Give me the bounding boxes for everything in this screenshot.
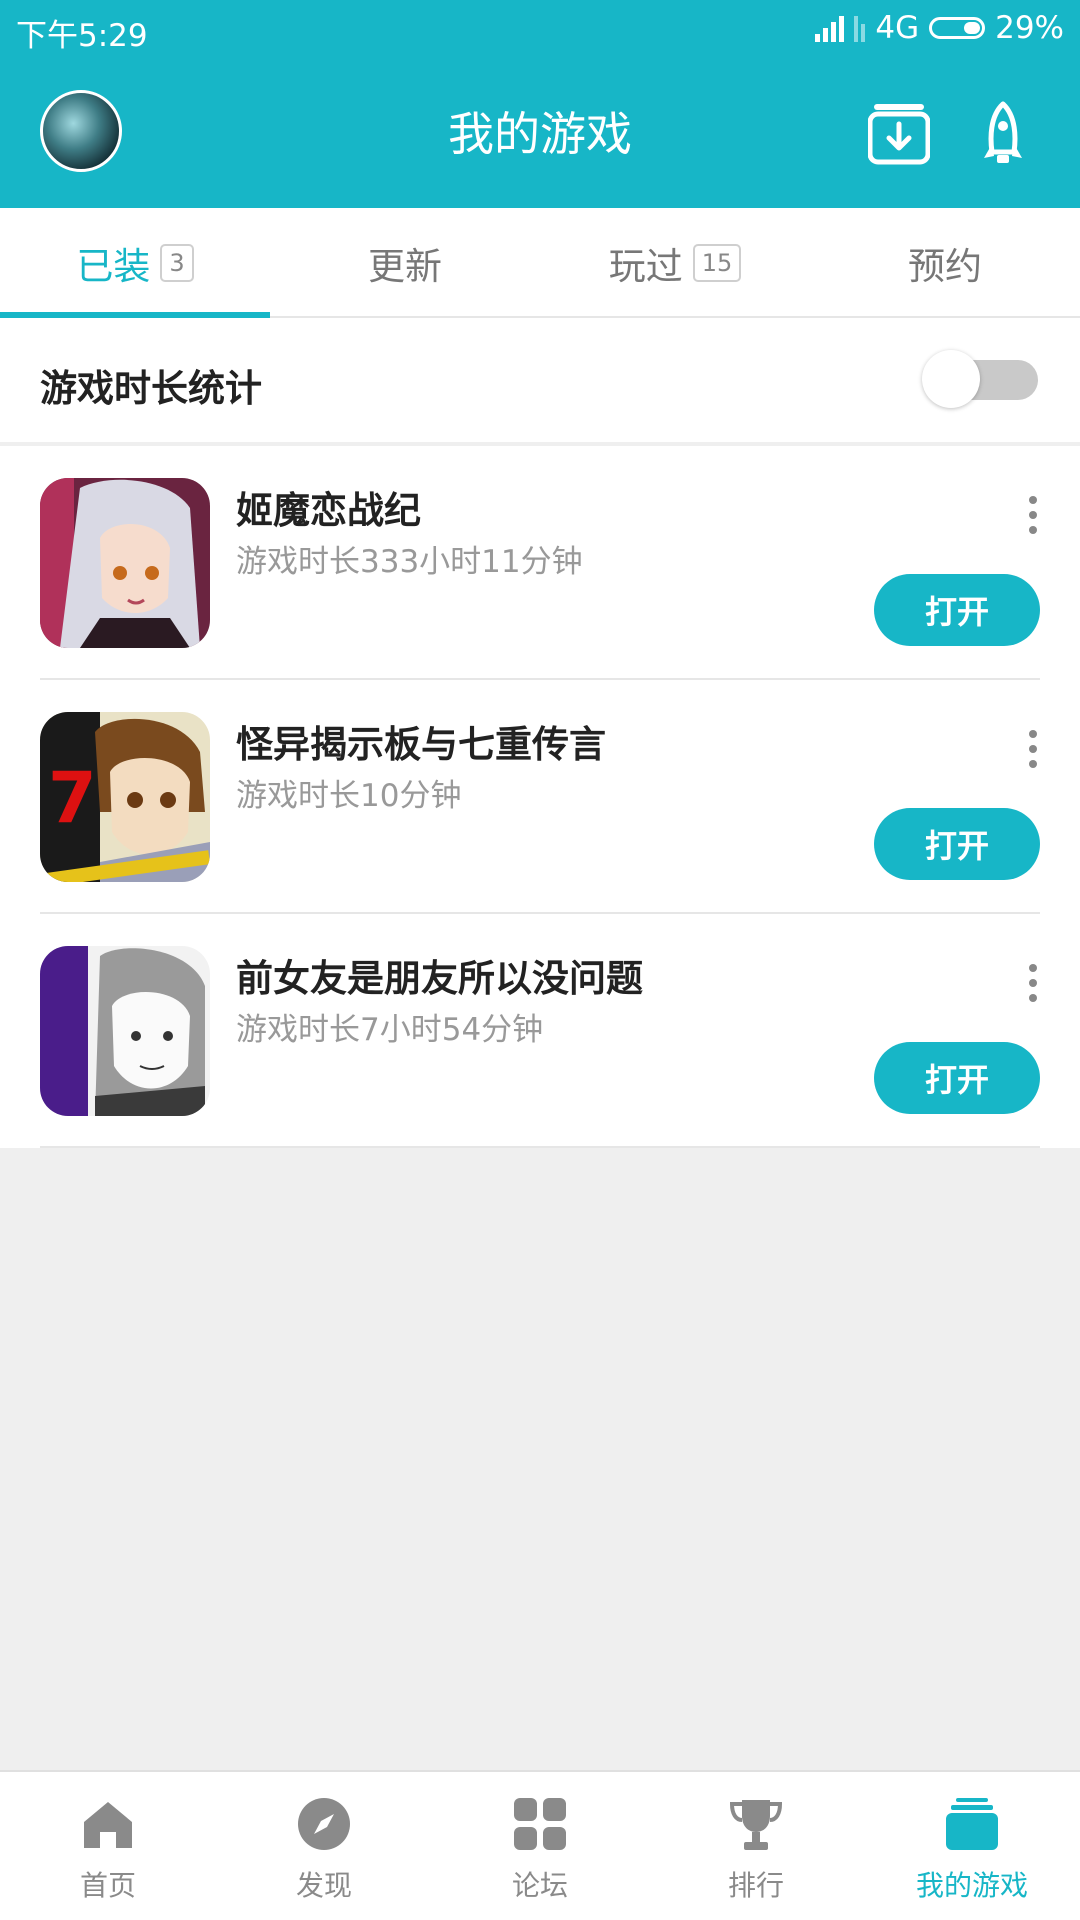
tab-installed[interactable]: 已装 3	[0, 208, 270, 318]
status-bar: 下午5:29 4G 29%	[0, 0, 1080, 58]
tab-bar: 已装 3 更新 玩过 15 预约	[0, 208, 1080, 318]
trophy-icon	[729, 1800, 783, 1850]
download-manager-icon[interactable]	[868, 100, 930, 166]
divider	[40, 1146, 1040, 1148]
nav-home[interactable]: 首页	[0, 1772, 216, 1920]
rocket-icon[interactable]	[980, 100, 1026, 170]
installed-games-list: 姬魔恋战纪 游戏时长333小时11分钟 打开 7 怪异揭示板与七重传言 游戏时长…	[0, 446, 1080, 1148]
nav-label: 首页	[79, 1869, 136, 1902]
status-indicators: 4G 29%	[815, 10, 1064, 46]
tab-played[interactable]: 玩过 15	[540, 208, 810, 318]
count-badge: 3	[160, 244, 194, 282]
tab-reserved[interactable]: 预约	[810, 208, 1080, 318]
playtime-stats-row: 游戏时长统计	[0, 318, 1080, 442]
game-item[interactable]: 前女友是朋友所以没问题 游戏时长7小时54分钟 打开	[0, 914, 1080, 1148]
nav-forum[interactable]: 论坛	[432, 1772, 648, 1920]
game-playtime: 游戏时长333小时11分钟	[236, 544, 583, 580]
playtime-stats-toggle[interactable]	[922, 350, 1038, 408]
more-options-icon[interactable]	[1028, 730, 1038, 774]
data-transfer-icon	[854, 14, 866, 42]
game-playtime: 游戏时长7小时54分钟	[236, 1012, 544, 1048]
toggle-knob	[922, 350, 980, 408]
playtime-stats-label: 游戏时长统计	[40, 367, 262, 410]
game-item[interactable]: 7 怪异揭示板与七重传言 游戏时长10分钟 打开	[0, 680, 1080, 914]
game-title: 前女友是朋友所以没问题	[236, 957, 643, 1000]
bottom-nav: 首页 发现 论坛 排行 我的游戏	[0, 1770, 1080, 1920]
open-game-button[interactable]: 打开	[874, 574, 1040, 646]
tab-label: 预约	[908, 245, 982, 288]
more-options-icon[interactable]	[1028, 496, 1038, 540]
stack-icon	[946, 1798, 998, 1850]
open-game-button[interactable]: 打开	[874, 808, 1040, 880]
signal-icon	[815, 14, 845, 42]
nav-label: 排行	[727, 1869, 784, 1902]
battery-icon	[929, 17, 986, 39]
game-playtime: 游戏时长10分钟	[236, 778, 462, 814]
nav-label: 我的游戏	[915, 1869, 1028, 1902]
count-badge: 15	[692, 244, 742, 282]
game-icon[interactable]	[40, 946, 210, 1116]
svg-text:7: 7	[48, 757, 97, 839]
tab-label: 玩过	[608, 245, 683, 288]
game-icon[interactable]	[40, 478, 210, 648]
battery-level: 29%	[995, 10, 1064, 46]
status-time: 下午5:29	[16, 18, 148, 54]
nav-label: 论坛	[511, 1869, 568, 1902]
open-game-button[interactable]: 打开	[874, 1042, 1040, 1114]
compass-icon	[298, 1798, 350, 1850]
tab-label: 更新	[368, 245, 442, 288]
app-header: 我的游戏	[0, 58, 1080, 208]
game-item[interactable]: 姬魔恋战纪 游戏时长333小时11分钟 打开	[0, 446, 1080, 680]
home-icon	[84, 1802, 132, 1848]
tab-updates[interactable]: 更新	[270, 208, 540, 318]
network-type: 4G	[875, 10, 920, 46]
nav-discover[interactable]: 发现	[216, 1772, 432, 1920]
grid-icon	[514, 1798, 566, 1850]
nav-my-games[interactable]: 我的游戏	[864, 1772, 1080, 1920]
game-title: 怪异揭示板与七重传言	[236, 723, 606, 766]
nav-label: 发现	[295, 1869, 352, 1902]
tab-label: 已装	[76, 245, 151, 288]
game-icon[interactable]: 7	[40, 712, 210, 882]
nav-ranking[interactable]: 排行	[648, 1772, 864, 1920]
game-title: 姬魔恋战纪	[236, 489, 421, 532]
more-options-icon[interactable]	[1028, 964, 1038, 1008]
